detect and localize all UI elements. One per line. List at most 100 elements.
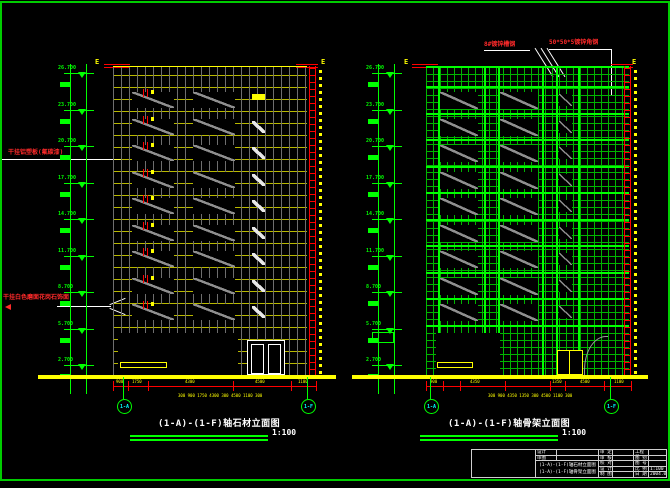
- small-window: [252, 227, 265, 239]
- level-blob: [60, 301, 70, 306]
- casement-tick: [143, 195, 144, 203]
- right-title-scale: 1:100: [562, 429, 586, 437]
- small-window: [252, 306, 265, 318]
- cad-canvas: 干挂铝塑板(氟碳漆) 干挂白色磨面花岗石饰面 E E (1-A)-(1-F)轴石…: [0, 0, 670, 488]
- tb-drawing-names: (1-A)-(1-F)轴石材立面图 (1-A)-(1-F)轴骨架立面图: [536, 461, 599, 478]
- level-blob: [368, 82, 378, 87]
- dim-ladder: [309, 66, 316, 377]
- casement-dim: [151, 276, 154, 280]
- casement-dim: [151, 196, 154, 200]
- floor-band: [426, 139, 629, 141]
- dim-label: 1100: [614, 380, 624, 384]
- bubble-leader: [430, 377, 431, 399]
- page-border-left: [0, 1, 2, 481]
- level-value: 17.700: [366, 176, 384, 181]
- window: [440, 198, 478, 215]
- level-tick: [64, 329, 94, 330]
- level-tick: [64, 256, 94, 257]
- right-drawing-title: (1-A)-(1-F)轴骨架立面图: [448, 420, 570, 429]
- casement-dim: [151, 302, 154, 306]
- level-tick: [64, 73, 94, 74]
- small-window: [252, 174, 265, 186]
- small-window: [559, 94, 572, 106]
- page-border-bottom: [0, 479, 670, 481]
- title-block: 设计 审图 (1-A)-(1-F)轴石材立面图 (1-A)-(1-F)轴骨架立面…: [471, 449, 667, 478]
- casement-tick: [147, 222, 148, 230]
- level-value: 2.700: [366, 358, 381, 363]
- dim-label: 900: [430, 380, 437, 384]
- axis-bubble-left: 1-A: [117, 399, 132, 414]
- casement-tick: [147, 275, 148, 283]
- small-window: [252, 253, 265, 265]
- small-window: [559, 253, 572, 265]
- level-value: 5.700: [366, 322, 381, 327]
- level-blob: [60, 155, 70, 160]
- window: [193, 92, 235, 108]
- spandrel-panel: [252, 94, 265, 100]
- dim-tick: [113, 381, 114, 391]
- casement-tick: [147, 248, 148, 256]
- dim-label: 1750: [132, 380, 142, 384]
- casement-tick: [143, 248, 144, 256]
- casement-tick: [143, 275, 144, 283]
- dim-label: 4500: [580, 380, 590, 384]
- level-tick: [372, 256, 402, 257]
- level-blob: [368, 119, 378, 124]
- small-window: [559, 121, 572, 133]
- casement-dim: [151, 249, 154, 253]
- axis-bubble-right: 1-F: [604, 399, 619, 414]
- window: [193, 172, 235, 188]
- angle-underline: [549, 49, 612, 50]
- window: [132, 304, 174, 320]
- window: [500, 251, 538, 268]
- casement-tick: [143, 142, 144, 150]
- small-window: [252, 121, 265, 133]
- dim-tick: [443, 381, 444, 391]
- level-blob: [60, 82, 70, 87]
- level-value: 14.700: [58, 212, 76, 217]
- small-window: [559, 200, 572, 212]
- level-blob: [368, 265, 378, 270]
- floor-band: [426, 86, 629, 88]
- floor-band: [426, 272, 629, 274]
- dim-tick: [565, 381, 566, 391]
- level-blob: [60, 192, 70, 197]
- leader-line-granite: [57, 306, 111, 307]
- level-stack-line2: [70, 64, 71, 394]
- ground-line: [352, 375, 648, 379]
- level-blob: [60, 338, 70, 343]
- window: [500, 278, 538, 295]
- window: [440, 278, 478, 295]
- level-blob: [60, 228, 70, 233]
- annotation-channel-steel: 8#镀锌槽钢: [484, 42, 515, 48]
- level-value: 23.700: [366, 103, 384, 108]
- casement-tick: [147, 301, 148, 309]
- level-blob: [368, 228, 378, 233]
- window: [193, 251, 235, 267]
- window: [132, 198, 174, 214]
- small-window: [559, 280, 572, 292]
- level-value: 5.700: [58, 322, 73, 327]
- small-window: [252, 200, 265, 212]
- window: [132, 225, 174, 241]
- storefront-opening: [118, 333, 238, 375]
- dim-tick: [631, 381, 632, 391]
- axis-leader: [296, 64, 318, 65]
- small-window: [559, 227, 572, 239]
- door-leaf: [268, 344, 281, 374]
- granite-arrow-icon: [5, 304, 11, 310]
- tb-drawing-name-2: (1-A)-(1-F)轴骨架立面图: [537, 470, 598, 475]
- dim-label: 4300: [185, 380, 195, 384]
- window: [132, 251, 174, 267]
- axis-leader: [412, 64, 438, 65]
- dim-tick: [316, 381, 317, 391]
- dim-label: 4500: [255, 380, 265, 384]
- tb-zhitu-label: 制 图: [599, 472, 613, 478]
- left-title-underline-2: [130, 439, 268, 441]
- casement-tick: [143, 89, 144, 97]
- dim-tick: [291, 381, 292, 391]
- axis-label-left-E2: E: [321, 59, 325, 66]
- entry-platform: [372, 332, 394, 343]
- left-title-scale: 1:100: [272, 429, 296, 437]
- axis-label-right-E1: E: [404, 59, 408, 66]
